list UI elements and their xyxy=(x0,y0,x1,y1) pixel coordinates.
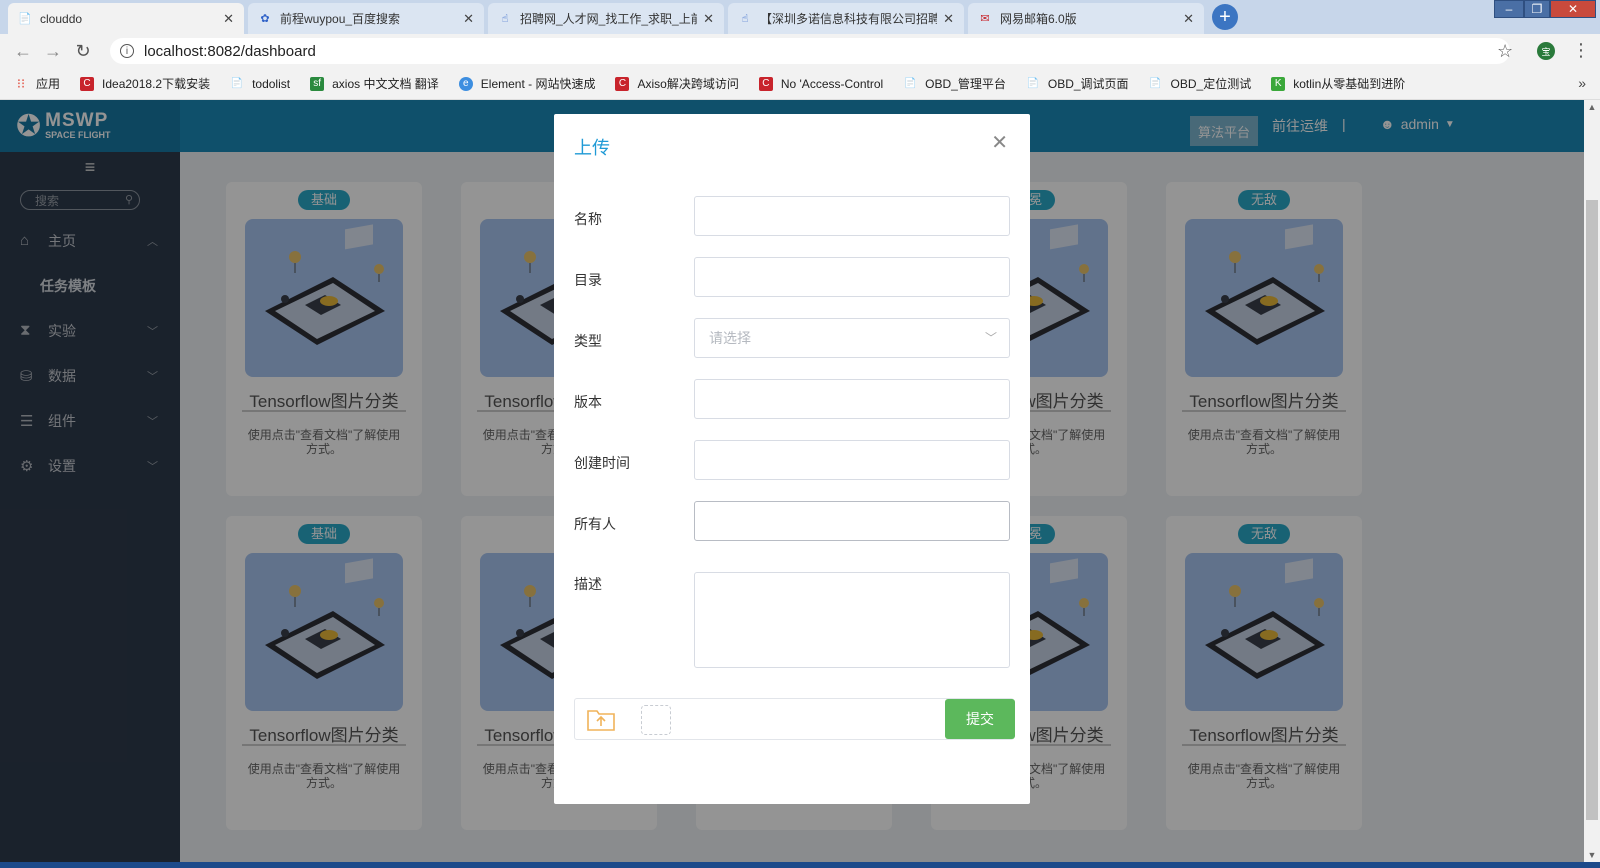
tab-label: clouddo xyxy=(40,11,83,26)
bookmark-label: OBD_调试页面 xyxy=(1047,77,1129,91)
c-icon: C xyxy=(80,76,95,91)
bookmark-label: todolist xyxy=(252,76,291,91)
browser-menu-icon[interactable]: ⋮ xyxy=(1572,40,1590,61)
tab-label: 招聘网_人才网_找工作_求职_上前 xyxy=(520,12,698,26)
bookmark-obd-debug[interactable]: 📄 OBD_调试页面 xyxy=(1026,75,1129,92)
scrollbar-thumb[interactable] xyxy=(1586,200,1598,820)
description-label: 描述 xyxy=(574,576,602,592)
tab-163mail[interactable]: ✉ 网易邮箱6.0版 ✕ xyxy=(968,3,1204,34)
file-upload-row: 提交 xyxy=(574,698,1015,740)
bookmark-kotlin[interactable]: Kkotlin从零基础到进阶 xyxy=(1271,75,1405,92)
bookmark-apps[interactable]: ⁝⁝ 应用 xyxy=(14,75,60,92)
version-label: 版本 xyxy=(574,394,602,410)
version-input[interactable] xyxy=(694,379,1010,419)
close-icon[interactable]: ✕ xyxy=(223,11,234,27)
created-time-input[interactable] xyxy=(694,440,1010,480)
bookmark-cors[interactable]: C No 'Access-Control xyxy=(758,76,884,91)
chevron-down-icon: ﹀ xyxy=(984,331,997,345)
bookmark-axiso[interactable]: C Axiso解决跨域访问 xyxy=(615,75,739,92)
bookmark-label: OBD_管理平台 xyxy=(925,77,1006,91)
forward-icon[interactable]: → xyxy=(38,41,68,62)
description-textarea[interactable] xyxy=(694,572,1010,668)
os-taskbar xyxy=(0,862,1600,868)
close-icon[interactable]: ✕ xyxy=(463,11,474,27)
bookmark-obd-location[interactable]: 📄 OBD_定位测试 xyxy=(1149,75,1252,92)
directory-label: 目录 xyxy=(574,272,602,288)
bookmark-label: Idea2018.2下载安装 xyxy=(102,77,211,91)
bookmark-label: No 'Access-Control xyxy=(780,76,884,91)
type-label: 类型 xyxy=(574,333,602,349)
folder-upload-icon[interactable] xyxy=(587,707,615,731)
c-icon: C xyxy=(758,76,773,91)
bookmark-element[interactable]: e Element - 网站快速成 xyxy=(458,75,596,92)
maximize-button[interactable]: ❐ xyxy=(1524,0,1550,18)
bookmark-obd-admin[interactable]: 📄 OBD_管理平台 xyxy=(903,75,1006,92)
close-icon[interactable]: ✕ xyxy=(1183,11,1194,27)
app-root: ✪ MSWP SPACE FLIGHT 算法平台 前往运维 | ☻ admin … xyxy=(0,100,1584,862)
baidu-icon: ✿ xyxy=(260,13,270,25)
info-icon[interactable]: i xyxy=(120,44,134,58)
browser-tab-bar: 📄 clouddo ✕ ✿ 前程wuypou_百度搜索 ✕ ☝ 招聘网_人才网_… xyxy=(0,0,1600,34)
name-label: 名称 xyxy=(574,211,602,227)
directory-input[interactable] xyxy=(694,257,1010,297)
mail163-icon: ✉ xyxy=(980,13,990,25)
tab-duonuo[interactable]: ☝ 【深圳多诺信息科技有限公司招聘 ✕ xyxy=(728,3,964,34)
scroll-down-icon[interactable]: ▼ xyxy=(1584,850,1600,860)
bookmark-star-icon[interactable]: ☆ xyxy=(1497,41,1513,62)
apps-grid-icon: ⁝⁝ xyxy=(16,75,26,91)
tab-label: 【深圳多诺信息科技有限公司招聘 xyxy=(760,12,938,26)
page-icon: 📄 xyxy=(18,13,32,25)
tab-label: 前程wuypou_百度搜索 xyxy=(280,12,401,26)
hand-icon: ☝ xyxy=(741,13,749,25)
reload-icon[interactable]: ↻ xyxy=(68,41,98,62)
bookmarks-bar: ⁝⁝ 应用 C Idea2018.2下载安装 📄 todolist sf axios 中… xyxy=(0,68,1600,100)
bookmark-label: kotlin从零基础到进阶 xyxy=(1293,77,1406,91)
tab-label: 网易邮箱6.0版 xyxy=(1000,12,1077,26)
close-window-button[interactable]: ✕ xyxy=(1550,0,1596,18)
element-icon: e xyxy=(458,76,473,91)
bookmark-label: Axiso解决跨域访问 xyxy=(637,77,739,91)
created-time-label: 创建时间 xyxy=(574,455,630,471)
tab-zhaopin[interactable]: ☝ 招聘网_人才网_找工作_求职_上前 ✕ xyxy=(488,3,724,34)
close-icon[interactable]: ✕ xyxy=(703,11,714,27)
tab-baidu[interactable]: ✿ 前程wuypou_百度搜索 ✕ xyxy=(248,3,484,34)
close-icon[interactable]: ✕ xyxy=(991,130,1008,155)
scroll-up-icon[interactable]: ▲ xyxy=(1584,102,1600,112)
file-preview-slot xyxy=(641,705,671,735)
minimize-button[interactable]: – xyxy=(1494,0,1524,18)
address-bar-row: ← → ↻ i localhost:8082/dashboard ☆ 宝 ⋮ xyxy=(0,34,1600,68)
tab-clouddo[interactable]: 📄 clouddo ✕ xyxy=(8,3,244,34)
bookmark-label: axios 中文文档 翻译 xyxy=(332,77,439,91)
url-field[interactable]: i localhost:8082/dashboard xyxy=(110,38,1510,64)
bookmark-label: OBD_定位测试 xyxy=(1170,77,1252,91)
name-input[interactable] xyxy=(694,196,1010,236)
close-icon[interactable]: ✕ xyxy=(943,11,954,27)
kotlin-icon: K xyxy=(1271,76,1286,91)
upload-dialog: 上传 ✕ 名称 目录 类型 请选择 ﹀ 版本 创建时间 所有人 描述 提交 xyxy=(554,114,1030,804)
page-icon: 📄 xyxy=(903,78,917,89)
page-scrollbar[interactable]: ▲ ▼ xyxy=(1584,100,1600,862)
bookmark-idea[interactable]: C Idea2018.2下载安装 xyxy=(80,75,210,92)
dialog-title: 上传 xyxy=(574,138,610,158)
owner-input[interactable] xyxy=(694,501,1010,541)
extension-icon[interactable]: 宝 xyxy=(1537,42,1555,60)
more-bookmarks-icon[interactable]: » xyxy=(1578,75,1586,91)
type-select[interactable]: 请选择 ﹀ xyxy=(694,318,1010,358)
page-icon: 📄 xyxy=(1026,78,1040,89)
page-icon: 📄 xyxy=(230,78,244,89)
bookmark-label: Element - 网站快速成 xyxy=(480,77,596,91)
type-placeholder: 请选择 xyxy=(709,330,751,346)
owner-label: 所有人 xyxy=(574,516,616,532)
page-icon: 📄 xyxy=(1149,78,1162,89)
submit-button[interactable]: 提交 xyxy=(945,699,1015,739)
bookmark-todolist[interactable]: 📄 todolist xyxy=(230,77,290,91)
hand-icon: ☝ xyxy=(501,13,509,25)
bookmark-axios[interactable]: sf axios 中文文档 翻译 xyxy=(310,75,439,92)
bookmark-label: 应用 xyxy=(36,77,61,91)
new-tab-button[interactable]: + xyxy=(1212,4,1238,30)
back-icon[interactable]: ← xyxy=(8,41,38,62)
c-icon: C xyxy=(615,76,630,91)
sf-icon: sf xyxy=(310,76,325,91)
url-text: localhost:8082/dashboard xyxy=(144,42,316,60)
